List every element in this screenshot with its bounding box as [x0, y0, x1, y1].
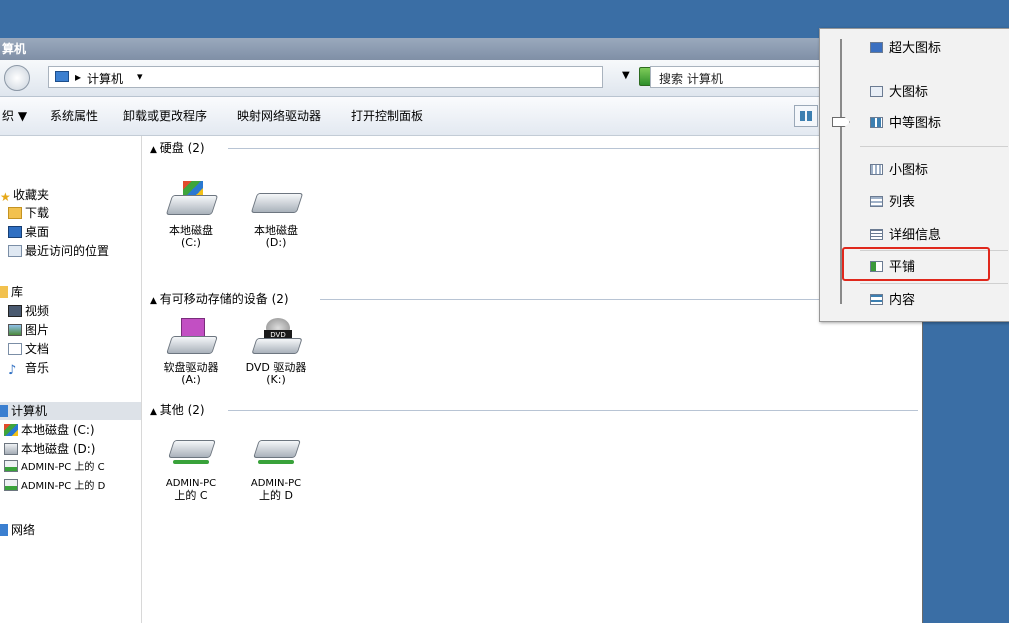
- music-note-icon: ♪: [8, 363, 17, 378]
- open-control-panel-button[interactable]: 打开控制面板: [351, 97, 423, 135]
- computer-icon: [0, 405, 8, 417]
- large-icons-icon: [870, 86, 883, 97]
- back-button[interactable]: [4, 65, 30, 91]
- floppy-drive-icon: [165, 318, 218, 358]
- drive-tile-d[interactable]: 本地磁盘 (D:): [236, 181, 316, 249]
- recent-places-icon: [8, 245, 22, 257]
- picture-icon: [8, 324, 22, 336]
- navigation-pane: ★ 收藏夹 下载 桌面 最近访问的位置 库 视频 图片 文档 ♪ 音乐 计算机 本地…: [0, 136, 142, 623]
- organize-button[interactable]: 织 ▼: [2, 97, 27, 135]
- view-options-button[interactable]: [794, 105, 818, 127]
- document-icon: [8, 343, 22, 355]
- library-icon: [0, 286, 8, 298]
- star-icon: ★: [0, 190, 11, 204]
- sidebar-item-videos[interactable]: 视频: [8, 302, 49, 320]
- sidebar-item-downloads[interactable]: 下载: [8, 204, 49, 222]
- sidebar-item-library[interactable]: 库: [0, 283, 23, 301]
- address-path: 计算机: [87, 72, 124, 86]
- medium-icons-icon: [870, 117, 883, 128]
- group-header-removable[interactable]: ▲ 有可移动存储的设备 (2): [150, 291, 289, 307]
- sidebar-item-documents[interactable]: 文档: [8, 340, 49, 358]
- menu-item-content[interactable]: 内容: [870, 291, 915, 311]
- system-drive-icon: [4, 424, 18, 436]
- computer-icon: [55, 71, 69, 82]
- menu-separator: [860, 146, 1008, 147]
- drive-tile-floppy[interactable]: 软盘驱动器 (A:): [151, 318, 231, 386]
- view-slider-thumb[interactable]: [832, 117, 850, 127]
- sidebar-item-computer[interactable]: 计算机: [0, 402, 141, 420]
- drive-tile-c[interactable]: 本地磁盘 (C:): [151, 181, 231, 249]
- address-field[interactable]: ▸ 计算机 ▾: [48, 66, 603, 88]
- network-drive-icon: [4, 460, 18, 472]
- explorer-window: 算机 ▸ 计算机 ▾ ▼ 搜索 计算机 织 ▼ 系统属性 卸载或更改程序 映射网…: [0, 38, 923, 623]
- address-bar-area: ▸ 计算机 ▾ ▼ 搜索 计算机: [0, 60, 922, 97]
- command-bar: 织 ▼ 系统属性 卸载或更改程序 映射网络驱动器 打开控制面板: [0, 97, 922, 136]
- sidebar-item-favorites[interactable]: ★ 收藏夹: [0, 186, 49, 204]
- hard-drive-icon: [4, 443, 18, 455]
- sidebar-item-drive-d[interactable]: 本地磁盘 (D:): [4, 440, 95, 458]
- group-divider: [228, 410, 918, 411]
- menu-item-list[interactable]: 列表: [870, 193, 915, 213]
- network-drive-icon: [165, 434, 217, 474]
- sidebar-item-network[interactable]: 网络: [0, 521, 35, 539]
- network-icon: [0, 524, 8, 536]
- address-dropdown-icon[interactable]: ▼: [622, 70, 630, 81]
- network-drive-icon: [250, 434, 302, 474]
- sidebar-item-desktop[interactable]: 桌面: [8, 223, 49, 241]
- group-header-hard-disks[interactable]: ▲ 硬盘 (2): [150, 140, 205, 156]
- download-folder-icon: [8, 207, 22, 219]
- window-title: 算机: [0, 38, 922, 60]
- menu-item-extra-large-icons[interactable]: 超大图标: [870, 39, 941, 59]
- view-menu: 超大图标 大图标 中等图标 小图标 列表 详细信息 平铺 内容: [819, 28, 1009, 322]
- sidebar-item-network-drive-d[interactable]: ADMIN-PC 上的 D: [4, 478, 105, 496]
- group-divider: [228, 148, 918, 149]
- video-icon: [8, 305, 22, 317]
- sidebar-item-drive-c[interactable]: 本地磁盘 (C:): [4, 421, 95, 439]
- menu-separator: [860, 283, 1008, 284]
- network-drive-tile-d[interactable]: ADMIN-PC 上的 D: [236, 434, 316, 502]
- menu-item-small-icons[interactable]: 小图标: [870, 161, 928, 181]
- map-network-drive-button[interactable]: 映射网络驱动器: [237, 97, 321, 135]
- network-drive-icon: [4, 479, 18, 491]
- sidebar-item-network-drive-c[interactable]: ADMIN-PC 上的 C: [4, 459, 105, 477]
- sidebar-item-music[interactable]: ♪ 音乐: [8, 359, 49, 378]
- search-input[interactable]: 搜索 计算机: [650, 66, 830, 88]
- uninstall-programs-button[interactable]: 卸载或更改程序: [123, 97, 207, 135]
- content-view-icon: [870, 294, 883, 305]
- network-drive-tile-c[interactable]: ADMIN-PC 上的 C: [151, 434, 231, 502]
- group-header-other[interactable]: ▲ 其他 (2): [150, 402, 205, 418]
- sidebar-item-recent-places[interactable]: 最近访问的位置: [8, 242, 109, 260]
- small-icons-icon: [870, 164, 883, 175]
- menu-item-medium-icons[interactable]: 中等图标: [870, 114, 941, 134]
- desktop-icon: [8, 226, 22, 238]
- tiles-highlight-box: [842, 247, 990, 281]
- view-grid-icon: [800, 111, 812, 121]
- system-properties-button[interactable]: 系统属性: [50, 97, 98, 135]
- sidebar-item-pictures[interactable]: 图片: [8, 321, 49, 339]
- extra-large-icons-icon: [870, 42, 883, 53]
- list-view-icon: [870, 196, 883, 207]
- details-view-icon: [870, 229, 883, 240]
- menu-item-large-icons[interactable]: 大图标: [870, 83, 928, 103]
- drive-tile-dvd[interactable]: DVD DVD 驱动器 (K:): [236, 318, 316, 386]
- dvd-drive-icon: DVD: [250, 318, 303, 358]
- file-list-pane: ▲ 硬盘 (2) 本地磁盘 (C:) 本地磁盘 (D:) ▲ 有可移动存储的设备…: [142, 136, 922, 623]
- system-drive-icon: [165, 181, 219, 221]
- menu-item-details[interactable]: 详细信息: [870, 226, 941, 246]
- hard-drive-icon: [250, 181, 304, 221]
